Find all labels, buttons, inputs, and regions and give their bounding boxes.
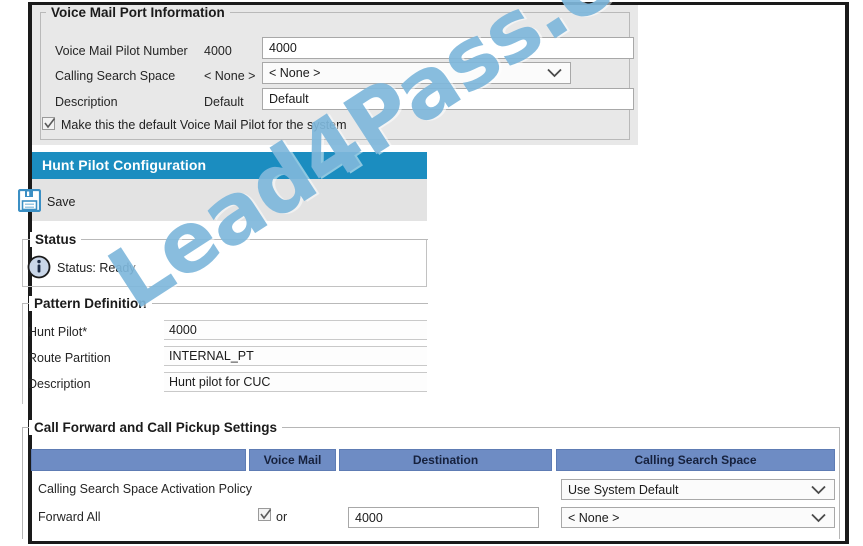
info-icon (27, 255, 51, 284)
fieldset-rule-right (228, 12, 630, 13)
cf-row-label-forward-all: Forward All (38, 510, 101, 524)
chevron-down-icon (811, 513, 834, 523)
page-title: Hunt Pilot Configuration (42, 157, 207, 173)
forward-all-destination-input[interactable]: 4000 (348, 507, 539, 528)
table-header-calling-search-space: Calling Search Space (556, 449, 835, 471)
frame-border-right (845, 2, 849, 544)
table-header-destination: Destination (339, 449, 552, 471)
calling-search-space-select[interactable]: < None > (262, 62, 571, 84)
description-input[interactable]: Default (262, 88, 634, 110)
pattern-label-route-partition: Route Partition (28, 351, 111, 365)
table-header-voice-mail: Voice Mail (249, 449, 336, 471)
pattern-label-hunt-pilot: Hunt Pilot* (28, 325, 88, 339)
forward-all-calling-search-space-select[interactable]: < None > (561, 507, 835, 528)
pattern-description-input[interactable]: Hunt pilot for CUC (164, 372, 427, 392)
route-partition-input[interactable]: INTERNAL_PT (164, 346, 427, 366)
voice-mail-legend: Voice Mail Port Information (46, 5, 230, 20)
row-label-voice-mail-pilot-number: Voice Mail Pilot Number (55, 44, 188, 58)
row-value-calling-search-space: < None > (204, 69, 256, 83)
status-legend: Status (30, 232, 82, 247)
activation-policy-select-value: Use System Default (568, 482, 679, 497)
row-label-description: Description (55, 95, 118, 109)
voice-mail-port-information-panel: Voice Mail Port Information Voice Mail P… (32, 5, 638, 145)
pattern-definition-legend: Pattern Definition (29, 296, 152, 311)
save-floppy-icon[interactable] (17, 188, 42, 217)
chevron-down-icon (547, 68, 570, 78)
table-header-blank (31, 449, 246, 471)
activation-policy-select[interactable]: Use System Default (561, 479, 835, 500)
forward-all-or-text: or (276, 510, 288, 524)
default-voice-mail-pilot-checkbox[interactable] (42, 117, 56, 130)
row-label-calling-search-space: Calling Search Space (55, 69, 176, 83)
cf-row-label-activation-policy: Calling Search Space Activation Policy (38, 482, 253, 496)
status-text: Status: Ready (57, 261, 136, 275)
call-forward-legend: Call Forward and Call Pickup Settings (29, 420, 283, 435)
screenshot-root: Voice Mail Port Information Voice Mail P… (0, 0, 863, 546)
chevron-down-icon (811, 485, 834, 495)
pattern-rule-right (146, 303, 428, 304)
status-rule-left (22, 239, 30, 240)
status-rule-right (80, 239, 428, 240)
pattern-label-description: Description (28, 377, 91, 391)
forward-all-voice-mail-checkbox[interactable] (258, 508, 272, 521)
calling-search-space-select-value: < None > (269, 66, 321, 80)
save-button-label[interactable]: Save (47, 195, 76, 209)
default-voice-mail-pilot-label: Make this the default Voice Mail Pilot f… (61, 118, 347, 132)
forward-all-css-select-value: < None > (568, 510, 620, 525)
cf-rule-right (265, 427, 840, 428)
hunt-pilot-input[interactable]: 4000 (164, 320, 427, 340)
voice-mail-pilot-number-input[interactable]: 4000 (262, 37, 634, 59)
row-value-voice-mail-pilot-number: 4000 (204, 44, 232, 58)
frame-border-bottom (28, 541, 849, 544)
hunt-pilot-toolbar (32, 179, 427, 221)
row-value-description: Default (204, 95, 244, 109)
hunt-pilot-title-bar: Hunt Pilot Configuration (32, 152, 427, 179)
